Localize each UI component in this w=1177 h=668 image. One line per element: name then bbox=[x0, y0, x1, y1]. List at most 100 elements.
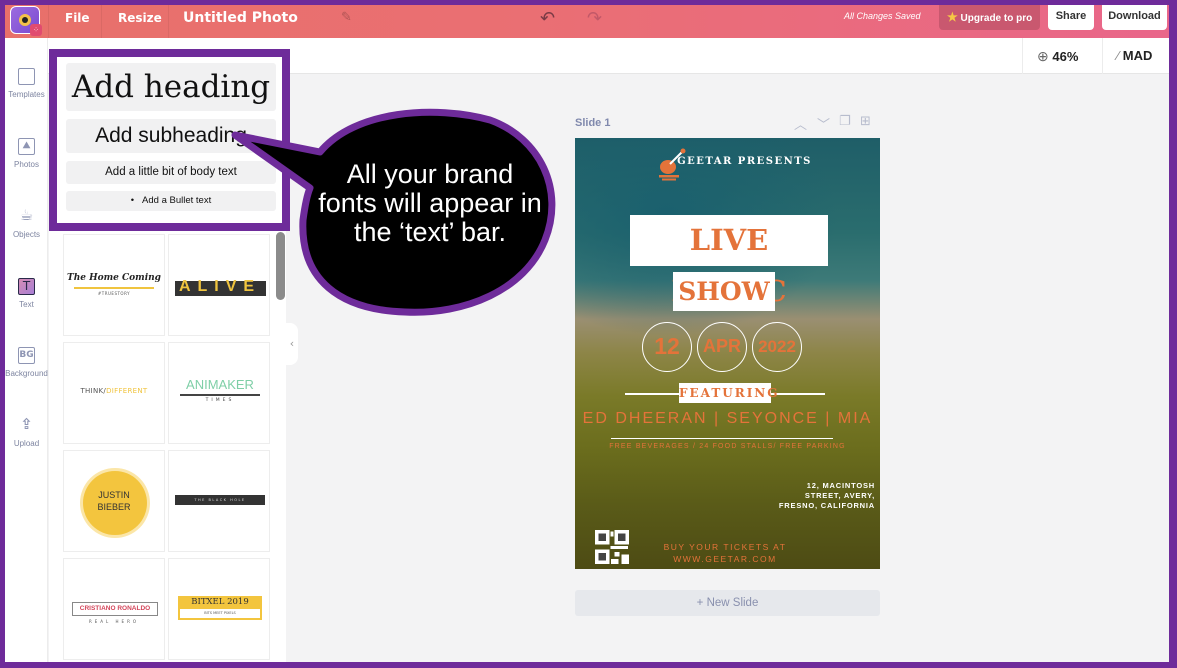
upgrade-label: Upgrade to pro bbox=[960, 13, 1033, 24]
sidebar-item-label: Text bbox=[19, 300, 34, 309]
text-icon: T bbox=[18, 278, 35, 295]
tickets-url: WWW.GEETAR.COM bbox=[673, 554, 777, 564]
move-down-icon[interactable]: ﹀ bbox=[817, 114, 830, 133]
poster-year[interactable]: 2022 bbox=[752, 322, 802, 372]
duplicate-slide-icon[interactable]: ❐ bbox=[839, 114, 851, 129]
magic-wand-icon: ⁄ bbox=[1117, 48, 1120, 63]
divider bbox=[48, 5, 49, 38]
zoom-level: 46% bbox=[1052, 49, 1079, 64]
poster-subtitle[interactable]: SHOW bbox=[673, 272, 775, 311]
template-title: THE BLACK HOLE bbox=[175, 495, 265, 505]
sidebar-item-label: Background bbox=[5, 369, 48, 378]
callout-line: All your brand bbox=[346, 159, 514, 189]
divider bbox=[101, 5, 102, 38]
file-menu[interactable]: File bbox=[65, 5, 90, 38]
text-template-card[interactable]: BITXEL 2019 BITS MEET PIXELS bbox=[168, 558, 270, 660]
template-underline bbox=[74, 287, 154, 289]
slide-label: Slide 1 bbox=[575, 117, 611, 129]
mad-label: MAD bbox=[1122, 48, 1153, 63]
poster-artists[interactable]: ED DHEERAN | SEYONCE | MIA bbox=[575, 410, 880, 428]
resize-menu[interactable]: Resize bbox=[118, 5, 162, 38]
tickets-line: BUY YOUR TICKETS AT bbox=[663, 542, 787, 552]
new-slide-button[interactable]: + New Slide bbox=[575, 590, 880, 616]
template-subtitle: REAL HERO bbox=[88, 619, 139, 624]
redo-icon[interactable]: ↷ bbox=[587, 8, 602, 29]
poster-featuring[interactable]: FEATURING bbox=[679, 383, 778, 403]
save-status: All Changes Saved bbox=[844, 11, 921, 21]
sidebar-item-background[interactable]: BG Background bbox=[5, 347, 48, 378]
background-icon: BG bbox=[18, 347, 35, 364]
text-template-card[interactable]: The Home Coming #TRUESTORY bbox=[63, 234, 165, 336]
sidebar-item-objects[interactable]: ☕ Objects bbox=[5, 206, 48, 240]
sidebar-item-label: Photos bbox=[14, 160, 39, 169]
bullet-icon: • bbox=[130, 195, 143, 206]
poster-month[interactable]: APR bbox=[697, 322, 747, 372]
poster-title[interactable]: LIVE MUSIC bbox=[630, 215, 828, 308]
add-slide-icon[interactable]: ⊞ bbox=[860, 114, 871, 129]
template-title-line: JUSTIN bbox=[98, 490, 130, 500]
poster-address[interactable]: 12, MACINTOSH STREET, AVERY, FRESNO, CAL… bbox=[765, 481, 875, 511]
sidebar-item-label: Templates bbox=[8, 90, 45, 99]
upload-icon: ⇪ bbox=[20, 415, 33, 433]
sidebar-item-upload[interactable]: ⇪ Upload bbox=[5, 415, 48, 449]
left-sidebar: Templates ⛰ Photos ☕ Objects T Text BG B… bbox=[5, 38, 48, 662]
template-title-line: BIEBER bbox=[97, 502, 131, 512]
pencil-edit-icon[interactable]: ✎ bbox=[341, 10, 352, 25]
divider bbox=[168, 5, 169, 38]
zoom-control[interactable]: ⊕ 46% bbox=[1022, 38, 1102, 74]
template-subtitle: #TRUESTORY bbox=[97, 291, 131, 296]
template-title-part: THINK/ bbox=[80, 387, 107, 395]
zoom-in-icon: ⊕ bbox=[1037, 48, 1049, 64]
template-underline bbox=[180, 394, 260, 396]
poster-presents[interactable]: GEETAR PRESENTS bbox=[575, 156, 880, 167]
text-template-card[interactable]: JUSTIN BIEBER bbox=[63, 450, 165, 552]
logo-eye-icon bbox=[19, 14, 31, 26]
move-up-icon[interactable]: ︿ bbox=[794, 114, 807, 133]
template-subtitle: BITS MEET PIXELS bbox=[180, 609, 260, 618]
poster-perks[interactable]: FREE BEVERAGES / 24 FOOD STALLS/ FREE PA… bbox=[575, 443, 880, 450]
objects-icon: ☕ bbox=[19, 206, 34, 224]
document-title[interactable]: Untitled Photo bbox=[183, 5, 298, 38]
poster-day[interactable]: 12 bbox=[642, 322, 692, 372]
download-button[interactable]: Download bbox=[1102, 5, 1167, 30]
template-subtitle: TIMES bbox=[205, 398, 235, 403]
app-logo[interactable]: ⁘ bbox=[10, 6, 42, 36]
sidebar-item-label: Upload bbox=[13, 439, 40, 448]
templates-icon bbox=[18, 68, 35, 85]
poster-divider bbox=[611, 438, 833, 439]
top-bar: ⁘ File Resize Untitled Photo ✎ ↶ ↷ All C… bbox=[5, 5, 1169, 38]
template-title: THINK/DIFFERENT bbox=[64, 387, 164, 395]
apps-grid-icon: ⁘ bbox=[30, 24, 42, 36]
app-window: ⁘ File Resize Untitled Photo ✎ ↶ ↷ All C… bbox=[5, 5, 1169, 662]
sidebar-item-text[interactable]: T Text bbox=[5, 278, 48, 309]
text-template-card[interactable]: ANIMAKER TIMES bbox=[168, 342, 270, 444]
poster-tickets[interactable]: BUY YOUR TICKETS AT WWW.GEETAR.COM bbox=[655, 541, 795, 565]
slide-canvas[interactable]: GEETAR PRESENTS LIVE MUSIC SHOW 12 APR 2… bbox=[575, 138, 880, 569]
bullet-label: Add a Bullet text bbox=[142, 195, 212, 206]
callout-line: the ‘text’ bar. bbox=[353, 217, 507, 247]
text-template-card[interactable]: THE BLACK HOLE bbox=[168, 450, 270, 552]
template-title-accent: DIFFERENT bbox=[106, 387, 148, 395]
upgrade-button[interactable]: ★ Upgrade to pro bbox=[939, 5, 1040, 30]
template-title: BITXEL 2019 bbox=[191, 597, 249, 607]
photos-icon: ⛰ bbox=[18, 138, 35, 155]
star-icon: ★ bbox=[947, 10, 958, 24]
magic-button[interactable]: ⁄ MAD bbox=[1102, 38, 1169, 74]
qr-code-icon[interactable] bbox=[595, 530, 629, 564]
address-line: 12, MACINTOSH bbox=[806, 481, 875, 490]
callout-text: All your brand fonts will appear in the … bbox=[310, 160, 550, 247]
text-template-card[interactable]: CRISTIANO RONALDO REAL HERO bbox=[63, 558, 165, 660]
template-title: The Home Coming bbox=[67, 273, 161, 283]
share-button[interactable]: Share bbox=[1048, 5, 1094, 30]
address-line: STREET, AVERY, bbox=[804, 491, 875, 500]
sidebar-item-photos[interactable]: ⛰ Photos bbox=[5, 138, 48, 169]
sidebar-item-templates[interactable]: Templates bbox=[5, 68, 48, 99]
chevron-left-icon: ‹ bbox=[289, 337, 295, 350]
collapse-panel-button[interactable]: ‹ bbox=[286, 323, 298, 365]
callout-line: fonts will appear in bbox=[318, 188, 542, 218]
sidebar-item-label: Objects bbox=[12, 230, 41, 239]
text-template-card[interactable]: THINK/DIFFERENT bbox=[63, 342, 165, 444]
template-title: ANIMAKER bbox=[186, 377, 254, 392]
undo-icon[interactable]: ↶ bbox=[540, 8, 555, 29]
address-line: FRESNO, CALIFORNIA bbox=[778, 501, 875, 510]
